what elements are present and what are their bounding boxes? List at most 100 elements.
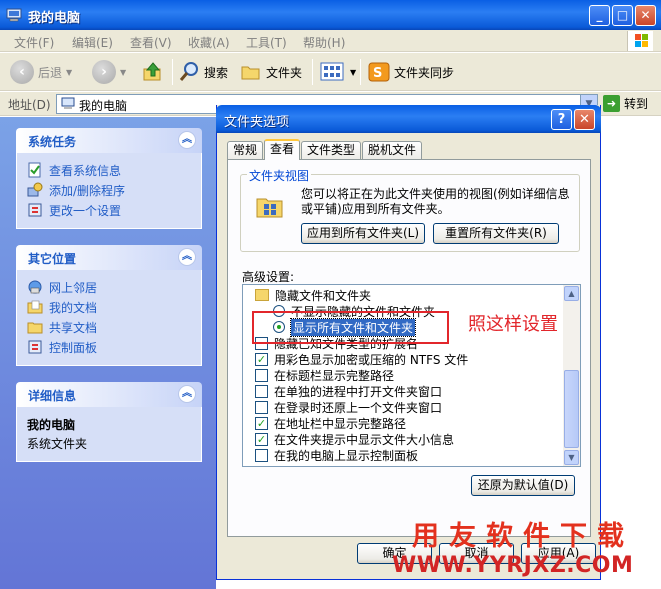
place-network[interactable]: 网上邻居 [27, 277, 201, 297]
setting-separate-process[interactable]: 在单独的进程中打开文件夹窗口 [255, 383, 442, 399]
collapse-chevron-icon[interactable]: ︽ [178, 248, 196, 266]
folders-label: 文件夹 [266, 65, 303, 80]
system-tasks-title: 系统任务 [28, 135, 77, 149]
watermark-url: WWW.YYRJXZ.COM [392, 553, 634, 578]
tab-general[interactable]: 常规 [227, 141, 264, 160]
checkbox[interactable] [255, 448, 268, 462]
computer-icon [61, 97, 75, 109]
place-my-documents[interactable]: 我的文档 [27, 297, 201, 317]
other-places-panel: 其它位置 ︽ 网上邻居 我的文档 共享文档 控制面板 [16, 245, 202, 366]
task-pane: 系统任务 ︽ 查看系统信息 添加/删除程序 更改一个设置 其它位置 ︽ 网上邻居… [0, 117, 216, 589]
dialog-tabs: 常规 查看 文件类型 脱机文件 [227, 139, 423, 160]
menu-file[interactable]: 文件(F) [14, 34, 54, 51]
control-panel-icon [28, 203, 42, 217]
place-control-panel[interactable]: 控制面板 [27, 337, 201, 357]
forward-button[interactable]: › ▼ [92, 59, 126, 85]
up-folder-button[interactable] [142, 59, 164, 85]
details-title: 详细信息 [28, 389, 77, 403]
apply-to-all-folders-button[interactable]: 应用到所有文件夹(L) [301, 223, 425, 244]
system-tasks-header[interactable]: 系统任务 ︽ [16, 128, 202, 153]
scroll-thumb[interactable] [564, 370, 579, 448]
help-button[interactable]: ? [551, 109, 572, 130]
toolbar-separator [172, 59, 173, 85]
place-shared-documents[interactable]: 共享文档 [27, 317, 201, 337]
views-button[interactable]: ▼ [320, 59, 356, 85]
folder-views-icon [256, 198, 283, 218]
dialog-close-button[interactable]: ✕ [574, 109, 595, 130]
menu-view[interactable]: 查看(V) [130, 34, 172, 51]
details-panel: 详细信息 ︽ 我的电脑 系统文件夹 [16, 382, 202, 462]
go-button[interactable]: ➜ 转到 [603, 95, 648, 112]
views-dropdown-icon: ▼ [350, 67, 357, 77]
back-button[interactable]: ‹ 后退 ▼ [10, 59, 72, 85]
folder-sync-button[interactable]: S 文件夹同步 [368, 59, 454, 85]
annotation-highlight-box [252, 311, 449, 344]
folder-sync-label: 文件夹同步 [394, 65, 455, 80]
toolbar: ‹ 后退 ▼ › ▼ 搜索 文件夹 ▼ S 文件夹同步 [0, 53, 661, 91]
go-arrow-icon: ➜ [603, 95, 620, 112]
setting-hidden-files-folder: 隐藏文件和文件夹 [255, 287, 371, 303]
dialog-titlebar: 文件夹选项 ? ✕ [216, 105, 601, 133]
back-label: 后退 [38, 65, 63, 80]
go-label: 转到 [624, 97, 649, 111]
window-title: 我的电脑 [28, 11, 81, 26]
minimize-button[interactable]: _ [589, 5, 610, 26]
advanced-settings-label: 高级设置: [242, 270, 295, 284]
tab-offline-files[interactable]: 脱机文件 [362, 141, 423, 160]
setting-restore-windows[interactable]: 在登录时还原上一个文件夹窗口 [255, 399, 442, 415]
tab-file-types[interactable]: 文件类型 [301, 141, 362, 160]
details-header[interactable]: 详细信息 ︽ [16, 382, 202, 407]
scroll-down-icon[interactable]: ▼ [564, 450, 579, 465]
forward-dropdown-icon: ▼ [120, 67, 127, 77]
restore-defaults-button[interactable]: 还原为默认值(D) [471, 475, 575, 496]
folder-views-description: 您可以将正在为此文件夹使用的视图(例如详细信息或平铺)应用到所有文件夹。 [301, 187, 570, 216]
menu-favorites[interactable]: 收藏(A) [188, 34, 230, 51]
search-icon [179, 62, 198, 81]
setting-color-ntfs[interactable]: ✓ 用彩色显示加密或压缩的 NTFS 文件 [255, 351, 468, 367]
address-label: 地址(D) [8, 98, 51, 112]
folders-button[interactable]: 文件夹 [240, 59, 302, 85]
checkbox-checked[interactable]: ✓ [255, 416, 268, 430]
tab-view[interactable]: 查看 [264, 139, 301, 160]
setting-address-full-path[interactable]: ✓ 在地址栏中显示完整路径 [255, 415, 406, 431]
menu-help[interactable]: 帮助(H) [303, 34, 345, 51]
dialog-title: 文件夹选项 [224, 115, 290, 130]
checkbox[interactable] [255, 400, 268, 414]
network-icon [28, 280, 42, 294]
control-panel-icon [28, 340, 42, 354]
watermark-text: 用友软件下载 [412, 521, 634, 552]
other-places-header[interactable]: 其它位置 ︽ [16, 245, 202, 270]
collapse-chevron-icon[interactable]: ︽ [178, 131, 196, 149]
setting-file-size-tips[interactable]: ✓ 在文件夹提示中显示文件大小信息 [255, 431, 454, 447]
task-view-system-info[interactable]: 查看系统信息 [27, 160, 201, 180]
menu-edit[interactable]: 编辑(E) [72, 34, 113, 51]
maximize-button[interactable]: □ [612, 5, 633, 26]
back-dropdown-icon: ▼ [66, 67, 73, 77]
task-add-remove-programs[interactable]: 添加/删除程序 [27, 180, 201, 200]
annotation-text: 照这样设置 [468, 314, 558, 335]
checkbox-checked[interactable]: ✓ [255, 432, 268, 446]
close-button[interactable]: ✕ [635, 5, 656, 26]
checkbox[interactable] [255, 384, 268, 398]
toolbar-separator [360, 59, 361, 85]
collapse-chevron-icon[interactable]: ︽ [178, 385, 196, 403]
settings-scrollbar[interactable]: ▲ ▼ [563, 285, 580, 466]
search-button[interactable]: 搜索 [178, 59, 228, 85]
toolbar-separator [312, 59, 313, 85]
computer-icon [6, 8, 22, 22]
task-change-setting[interactable]: 更改一个设置 [27, 200, 201, 220]
folders-icon [241, 66, 260, 80]
menu-bar: 文件(F) 编辑(E) 查看(V) 收藏(A) 工具(T) 帮助(H) [0, 30, 661, 52]
reset-all-folders-button[interactable]: 重置所有文件夹(R) [433, 223, 559, 244]
checkbox-checked[interactable]: ✓ [255, 352, 268, 366]
setting-control-panel-mycomputer[interactable]: 在我的电脑上显示控制面板 [255, 447, 418, 463]
setting-title-full-path[interactable]: 在标题栏显示完整路径 [255, 367, 394, 383]
menu-tools[interactable]: 工具(T) [246, 34, 287, 51]
search-label: 搜索 [204, 65, 229, 80]
other-places-title: 其它位置 [28, 252, 77, 266]
address-value: 我的电脑 [79, 99, 128, 113]
scroll-up-icon[interactable]: ▲ [564, 286, 579, 301]
svg-text:S: S [373, 66, 382, 81]
checkbox[interactable] [255, 368, 268, 382]
folder-views-label: 文件夹视图 [247, 167, 312, 184]
